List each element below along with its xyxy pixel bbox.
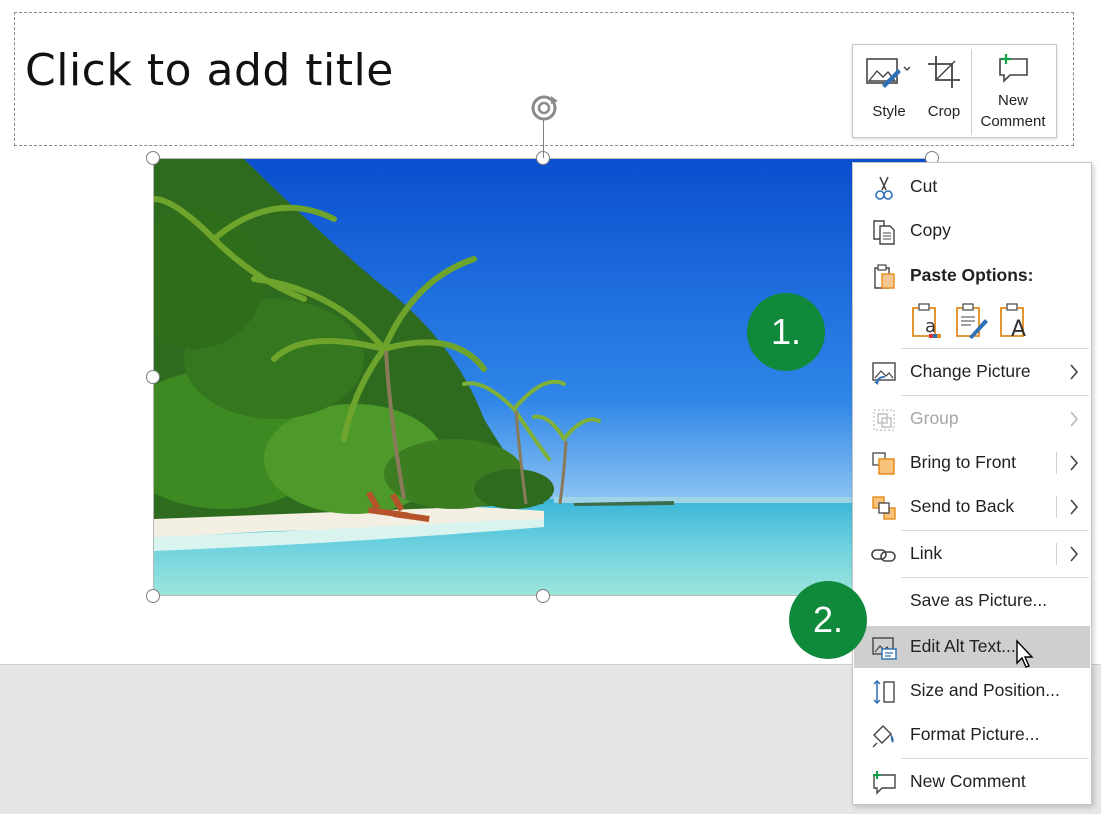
menu-item-label: Send to Back [910,496,1015,516]
menu-item-label: Format Picture... [910,724,1040,744]
link-icon [871,542,897,568]
scissors-icon [871,175,897,201]
rotate-connector [543,120,544,158]
mouse-pointer-icon [1015,639,1035,669]
format-picture-icon [871,723,897,749]
chevron-right-icon[interactable] [1068,544,1080,564]
new-comment-label-line2: Comment [980,113,1046,130]
send-to-back-icon [871,495,897,521]
menu-item-send-to-back[interactable]: Send to Back [854,486,1090,528]
menu-item-label: Size and Position... [910,680,1060,700]
menu-separator [901,348,1089,349]
menu-item-label: Bring to Front [910,452,1017,472]
title-placeholder-text: Click to add title [25,45,394,96]
context-menu: Cut Copy Paste Options: a A Change Pictu… [852,162,1092,805]
new-comment-button[interactable]: New Comment [973,45,1053,137]
menu-item-label: New Comment [910,771,1026,791]
menu-separator [901,577,1089,578]
chevron-right-icon[interactable] [1068,453,1080,473]
alt-text-icon [871,635,897,661]
change-picture-icon [871,360,897,386]
new-comment-label-line1: New [997,92,1028,109]
split-separator [1056,496,1057,518]
split-separator [1056,452,1057,474]
menu-item-label: Save as Picture... [910,590,1048,610]
menu-item-cut[interactable]: Cut [854,166,1090,208]
menu-item-bring-to-front[interactable]: Bring to Front [854,442,1090,484]
copy-icon [871,219,897,245]
menu-item-save-as-picture[interactable]: Save as Picture... [854,580,1090,622]
style-label: Style [872,103,906,120]
svg-text:a: a [925,316,936,337]
clipboard-icon [871,264,897,290]
new-comment-icon [996,53,1030,83]
menu-separator [901,395,1089,396]
menu-item-link[interactable]: Link [854,533,1090,575]
size-position-icon [871,679,897,705]
crop-label: Crop [927,103,961,120]
menu-item-size-and-position[interactable]: Size and Position... [854,670,1090,712]
menu-item-group: Group [854,398,1090,440]
menu-item-label: Group [910,408,959,428]
group-icon [871,407,897,433]
menu-item-copy[interactable]: Copy [854,210,1090,252]
menu-item-paste-options: Paste Options: [854,255,1090,297]
menu-separator [901,530,1089,531]
menu-item-label: Link [910,543,943,563]
picture-style-icon [864,55,914,89]
menu-item-label: Change Picture [910,361,1031,381]
menu-item-change-picture[interactable]: Change Picture [854,351,1090,393]
menu-item-label: Cut [910,176,938,196]
keep-source-formatting-icon[interactable]: a [909,303,945,339]
mini-toolbar: Style Crop New Comment [852,44,1057,138]
menu-item-label: Copy [910,220,951,240]
chevron-right-icon [1068,362,1080,382]
style-button[interactable]: Style [863,45,915,137]
menu-item-format-picture[interactable]: Format Picture... [854,714,1090,756]
step-1-badge: 1. [747,293,825,371]
split-separator [1056,543,1057,565]
chevron-right-icon [1068,409,1080,429]
crop-button[interactable]: Crop [919,45,969,137]
chevron-right-icon[interactable] [1068,497,1080,517]
resize-handle-bottom-middle[interactable] [536,589,550,603]
resize-handle-bottom-left[interactable] [146,589,160,603]
crop-icon [927,55,961,89]
menu-item-label: Paste Options: [910,265,1034,285]
resize-handle-middle-left[interactable] [146,370,160,384]
svg-text:A: A [1011,317,1026,339]
bring-to-front-icon [871,451,897,477]
use-destination-theme-icon[interactable] [953,303,989,339]
new-comment-icon [871,770,897,796]
menu-item-new-comment[interactable]: New Comment [854,761,1090,803]
toolbar-separator [971,49,972,135]
menu-item-edit-alt-text[interactable]: Edit Alt Text... [854,626,1090,668]
beach-image [154,159,931,595]
menu-item-label: Edit Alt Text... [910,636,1016,656]
resize-handle-top-left[interactable] [146,151,160,165]
menu-separator [901,758,1089,759]
rotate-handle-icon[interactable] [527,92,563,124]
keep-text-only-icon[interactable]: A [997,303,1033,342]
beach-picture[interactable] [153,158,932,596]
step-2-badge: 2. [789,581,867,659]
